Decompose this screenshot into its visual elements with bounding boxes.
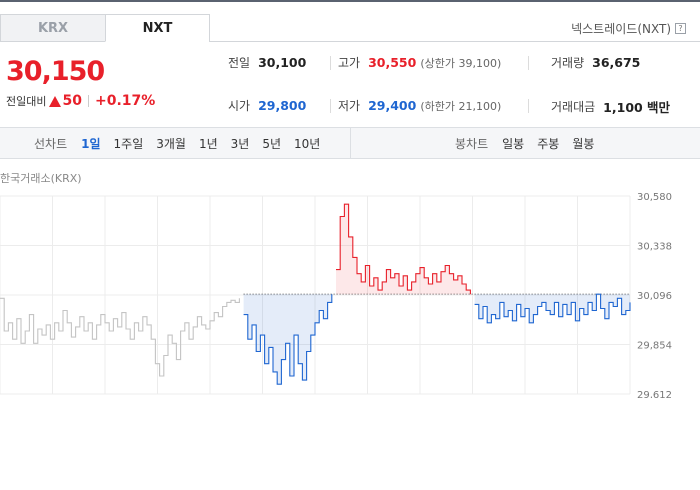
open-value: 29,800 — [258, 98, 307, 113]
y-tick-label: 29,612 — [637, 390, 672, 398]
y-tick-label: 30,580 — [637, 192, 672, 203]
high-value: 30,550 — [368, 55, 417, 70]
candle-monthly[interactable]: 월봉 — [572, 135, 594, 152]
high-label: 고가 — [338, 56, 361, 70]
period-1d[interactable]: 1일 — [81, 135, 100, 152]
candle-chart-label: 봉차트 — [455, 136, 489, 151]
low-label: 저가 — [338, 99, 361, 113]
amount-value: 1,100 백만 — [603, 100, 671, 115]
series-line — [0, 297, 240, 377]
change-value: 50 — [62, 93, 82, 109]
volume: 거래량 36,675 — [551, 54, 640, 71]
divider — [528, 99, 529, 113]
tab-nxt[interactable]: NXT — [105, 14, 210, 42]
trade-amount: 거래대금 1,100 백만 — [551, 97, 670, 116]
period-10y[interactable]: 10년 — [294, 135, 320, 152]
top-border — [0, 0, 700, 2]
line-chart-group: 선차트 1일 1주일 3개월 1년 3년 5년 10년 — [34, 128, 333, 158]
up-arrow-icon — [49, 95, 62, 107]
price-chart: 30,580 30,338 30,096 29,854 29,612 — [0, 192, 672, 398]
divider — [330, 99, 331, 113]
high-price: 고가 30,550 (상한가 39,100) — [338, 54, 501, 71]
prev-close-value: 30,100 — [258, 55, 307, 70]
market-tabs: KRX NXT — [0, 14, 210, 42]
open-price: 시가 29,800 — [228, 97, 306, 114]
candle-daily[interactable]: 일봉 — [502, 135, 524, 152]
low-price: 저가 29,400 (하한가 21,100) — [338, 97, 501, 114]
price-change: 전일대비 50 +0.17% — [6, 93, 155, 109]
low-value: 29,400 — [368, 98, 417, 113]
line-chart-label: 선차트 — [34, 136, 68, 151]
candle-weekly[interactable]: 주봉 — [537, 135, 559, 152]
venue-label: 넥스트레이드(NXT) ? — [571, 20, 686, 37]
upper-limit: (상한가 39,100) — [420, 56, 502, 70]
amount-label: 거래대금 — [551, 100, 596, 114]
y-tick-label: 29,854 — [637, 341, 672, 352]
change-label: 전일대비 — [6, 95, 47, 108]
divider — [528, 56, 529, 70]
tab-krx[interactable]: KRX — [0, 14, 105, 42]
period-3y[interactable]: 3년 — [231, 135, 250, 152]
volume-label: 거래량 — [551, 56, 585, 70]
prev-close-label: 전일 — [228, 56, 251, 70]
period-3m[interactable]: 3개월 — [156, 135, 186, 152]
chart-toolbar: 선차트 1일 1주일 3개월 1년 3년 5년 10년 봉차트 일봉 주봉 월봉 — [0, 127, 700, 159]
change-percent: +0.17% — [94, 93, 156, 109]
y-tick-label: 30,338 — [637, 242, 672, 253]
lower-limit: (하한가 21,100) — [420, 99, 502, 113]
period-1y[interactable]: 1년 — [199, 135, 218, 152]
open-label: 시가 — [228, 99, 251, 113]
chart-title: 한국거래소(KRX) — [0, 172, 82, 185]
venue-text: 넥스트레이드(NXT) — [571, 22, 671, 36]
divider — [330, 56, 331, 70]
period-1w[interactable]: 1주일 — [114, 135, 144, 152]
candle-chart-group: 봉차트 일봉 주봉 월봉 — [455, 128, 607, 158]
toolbar-divider — [350, 128, 351, 158]
volume-value: 36,675 — [592, 55, 641, 70]
help-icon[interactable]: ? — [675, 23, 686, 34]
prev-close: 전일 30,100 — [228, 54, 306, 71]
change-divider — [87, 95, 89, 107]
y-tick-label: 30,096 — [637, 291, 672, 302]
period-5y[interactable]: 5년 — [262, 135, 281, 152]
tabs-divider — [209, 41, 700, 42]
current-price: 30,150 — [6, 56, 105, 87]
series-area — [243, 294, 332, 385]
